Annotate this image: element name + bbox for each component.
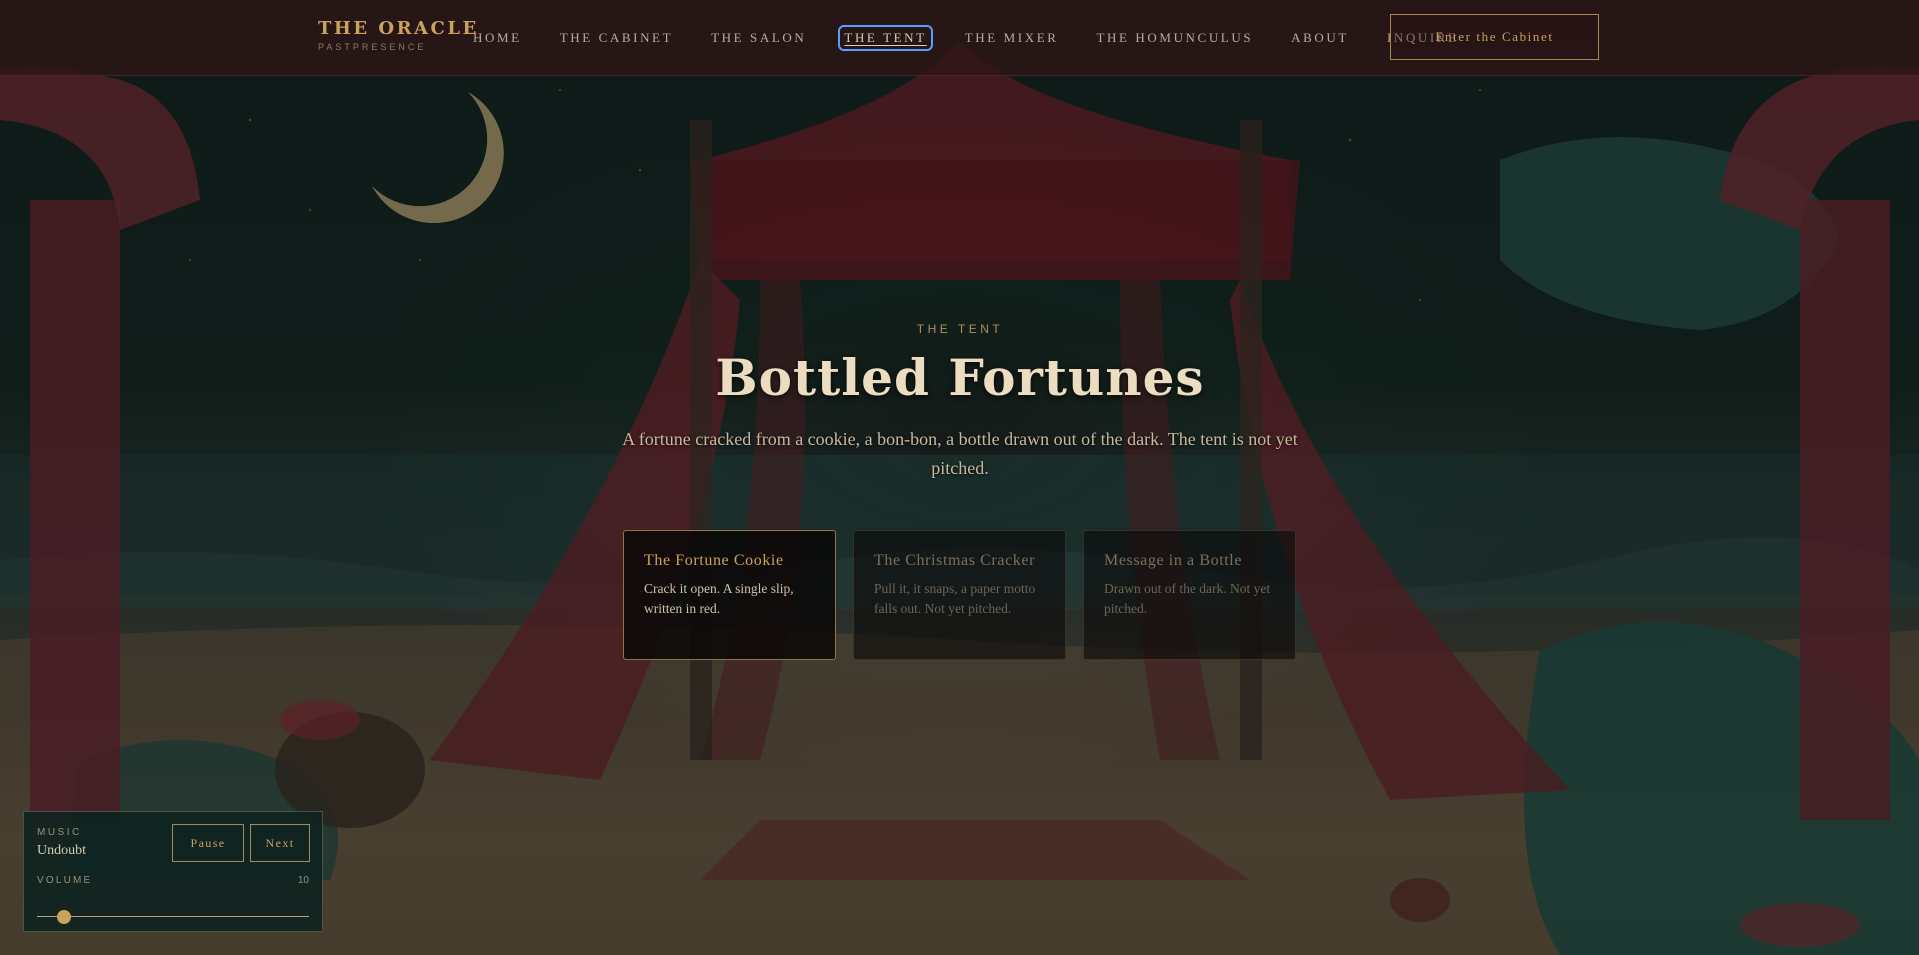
card-christmas-cracker[interactable]: The Christmas Cracker Pull it, it snaps,… <box>853 530 1066 660</box>
card-description: Drawn out of the dark. Not yet pitched. <box>1104 581 1271 616</box>
nav-link-salon[interactable]: THE SALON <box>708 28 809 48</box>
card-title: Message in a Bottle <box>1104 552 1243 569</box>
pause-button[interactable]: Pause <box>172 824 244 862</box>
page-description: A fortune cracked from a cookie, a bon-b… <box>622 429 1298 478</box>
hero-section: THE TENT Bottled Fortunes A fortune crac… <box>610 322 1310 483</box>
brand-subtitle: PASTPRESENCE <box>318 42 427 52</box>
brand-logo[interactable]: THE ORACLE PASTPRESENCE <box>318 18 479 52</box>
card-message-in-a-bottle[interactable]: Message in a Bottle Drawn out of the dar… <box>1083 530 1296 660</box>
top-navbar: THE ORACLE PASTPRESENCE HOME THE CABINET… <box>0 0 1919 76</box>
card-description: Crack it open. A single slip, written in… <box>644 581 794 616</box>
nav-link-cabinet[interactable]: THE CABINET <box>557 28 676 48</box>
nav-link-mixer[interactable]: THE MIXER <box>962 28 1062 48</box>
next-button[interactable]: Next <box>250 824 310 862</box>
nav-link-homunculus[interactable]: THE HOMUNCULUS <box>1094 28 1257 48</box>
music-label: MUSIC <box>37 827 82 838</box>
main-nav: HOME THE CABINET THE SALON THE TENT THE … <box>470 25 1494 51</box>
card-title: The Christmas Cracker <box>874 552 1035 569</box>
volume-value: 10 <box>297 875 309 886</box>
enter-cabinet-button[interactable]: Enter the Cabinet <box>1390 14 1599 60</box>
brand-title: THE ORACLE <box>318 18 479 39</box>
volume-label: VOLUME <box>37 875 93 886</box>
nav-link-about[interactable]: ABOUT <box>1288 28 1352 48</box>
card-fortune-cookie[interactable]: The Fortune Cookie Crack it open. A sing… <box>623 530 836 660</box>
nav-link-home[interactable]: HOME <box>470 28 525 48</box>
volume-slider-track <box>37 916 309 917</box>
section-eyebrow: THE TENT <box>916 322 1004 336</box>
volume-slider[interactable] <box>37 910 309 924</box>
nav-link-tent[interactable]: THE TENT <box>838 25 933 51</box>
volume-slider-thumb[interactable] <box>57 910 72 924</box>
page-title: Bottled Fortunes <box>715 348 1205 407</box>
music-player: MUSIC Undoubt Pause Next VOLUME 10 <box>23 811 323 932</box>
card-description: Pull it, it snaps, a paper motto falls o… <box>874 581 1036 616</box>
card-title: The Fortune Cookie <box>644 552 784 569</box>
fortune-cards: The Fortune Cookie Crack it open. A sing… <box>623 530 1296 660</box>
track-name: Undoubt <box>37 843 86 858</box>
